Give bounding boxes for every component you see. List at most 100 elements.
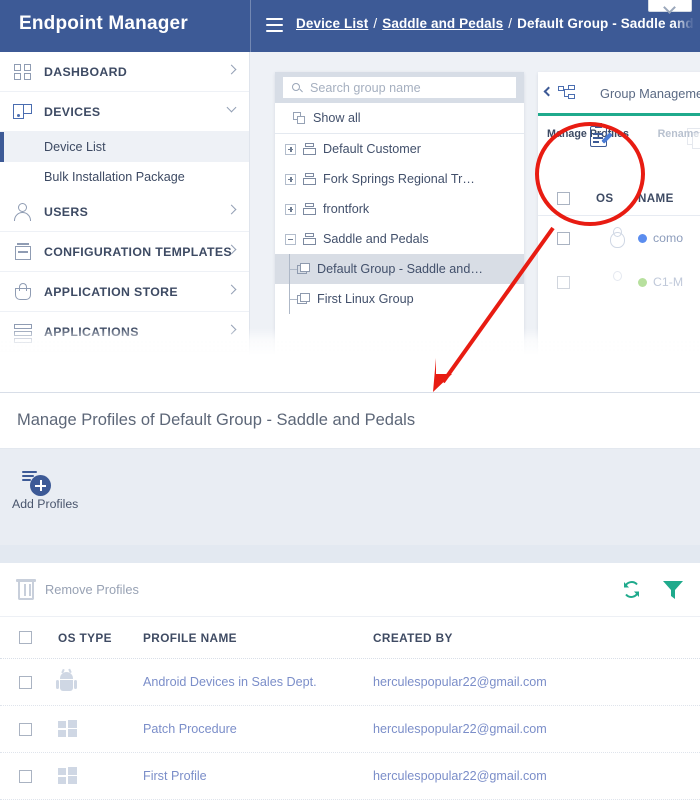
sidebar: DASHBOARD DEVICES Device List Bulk Insta… — [0, 52, 250, 372]
screenshot-root: Endpoint Manager Device List / Saddle and … — [0, 0, 700, 807]
tree-node[interactable]: Fork Springs Regional Tr… — [275, 164, 524, 194]
grid-icon — [12, 62, 38, 82]
row-checkbox-cell — [0, 722, 58, 736]
created-by[interactable]: herculespopular22@gmail.com — [373, 675, 700, 689]
chevron-right-icon — [226, 284, 237, 295]
table-row[interactable]: First Profile herculespopular22@gmail.co… — [0, 753, 700, 800]
filter-icon[interactable] — [662, 579, 684, 600]
tree-node-label: Default Group - Saddle and… — [317, 262, 483, 276]
expand-toggle-icon[interactable] — [285, 203, 296, 215]
copy-icon — [293, 112, 306, 125]
group-management-tab[interactable]: Group Management — [538, 72, 700, 116]
sidebar-item-label: APPLICATION STORE — [44, 284, 178, 299]
status-dot — [638, 277, 647, 287]
folder-icon — [297, 293, 310, 305]
chevron-right-icon — [226, 324, 237, 335]
table-row[interactable]: Patch Procedure herculespopular22@gmail.… — [0, 706, 700, 753]
template-icon — [12, 242, 38, 262]
device-list-panel: Group Management Manage Profiles Rename … — [538, 72, 700, 372]
select-all-checkbox[interactable] — [19, 631, 32, 644]
table-row[interactable]: Android Devices in Sales Dept. herculesp… — [0, 659, 700, 706]
sidebar-item-bulk-installation-package[interactable]: Bulk Installation Package — [0, 162, 249, 192]
show-all-row[interactable]: Show all — [275, 103, 524, 134]
sidebar-item-users[interactable]: USERS — [0, 192, 249, 232]
tree-node-label: First Linux Group — [317, 292, 414, 306]
chevron-left-icon[interactable] — [543, 86, 554, 97]
expand-toggle-icon[interactable] — [285, 173, 296, 185]
tree-node-label: Fork Springs Regional Tr… — [323, 172, 475, 186]
topbar-dropdown-stub[interactable] — [648, 0, 692, 12]
tree-elbow — [289, 299, 297, 300]
company-icon — [303, 172, 316, 186]
refresh-icon[interactable] — [621, 579, 642, 600]
collapse-toggle-icon[interactable] — [285, 233, 296, 245]
breadcrumb-item-current: Default Group - Saddle and Pedals — [517, 16, 700, 31]
column-created-by: CREATED BY — [373, 630, 453, 645]
remove-profiles-label: Remove Profiles — [45, 581, 139, 597]
app-brand: Endpoint Manager — [19, 13, 188, 34]
sidebar-item-devices[interactable]: DEVICES — [0, 92, 249, 132]
column-profile-name: PROFILE NAME — [143, 630, 237, 645]
tree-node[interactable]: Default Customer — [275, 134, 524, 164]
add-profiles-label: Add Profiles — [12, 497, 79, 511]
breadcrumb-separator-1: / — [373, 16, 378, 31]
profile-name[interactable]: First Profile — [143, 769, 373, 783]
topbar-divider — [250, 0, 251, 52]
chevron-right-icon — [226, 204, 237, 215]
add-profiles-button[interactable]: Add Profiles — [12, 469, 98, 511]
breadcrumb-item-saddle-and-pedals[interactable]: Saddle and Pedals — [382, 16, 503, 31]
row-checkbox[interactable] — [19, 675, 32, 689]
device-name: C1-M — [653, 275, 684, 289]
add-profiles-bar: Add Profiles — [0, 449, 700, 545]
sidebar-item-device-list[interactable]: Device List — [0, 132, 249, 162]
remove-profiles-button[interactable]: Remove Profiles — [16, 577, 139, 601]
sidebar-subitem-label: Device List — [44, 140, 106, 154]
sidebar-item-label: APPLICATIONS — [44, 324, 139, 339]
row-checkbox[interactable] — [557, 275, 570, 289]
app-topbar: Endpoint Manager Device List / Saddle and … — [0, 0, 700, 52]
company-icon — [303, 232, 316, 246]
tree-node[interactable]: First Linux Group — [275, 284, 524, 314]
created-by[interactable]: herculespopular22@gmail.com — [373, 769, 700, 783]
tree-node-label: frontfork — [323, 202, 370, 216]
chevron-right-icon — [226, 64, 237, 75]
status-dot — [638, 233, 647, 243]
device-row[interactable]: como — [538, 216, 700, 260]
windows-icon — [58, 720, 143, 738]
sidebar-item-label: DEVICES — [44, 104, 101, 119]
linux-icon — [596, 227, 638, 249]
search-field[interactable] — [283, 77, 516, 98]
row-checkbox[interactable] — [19, 769, 32, 783]
tree-node[interactable]: frontfork — [275, 194, 524, 224]
sidebar-item-configuration-templates[interactable]: CONFIGURATION TEMPLATES — [0, 232, 249, 272]
sidebar-item-dashboard[interactable]: DASHBOARD — [0, 52, 249, 92]
chevron-down-icon — [226, 102, 237, 113]
org-tree-icon — [558, 85, 576, 103]
manage-profiles-title-bar: Manage Profiles of Default Group - Saddl… — [0, 393, 700, 449]
profiles-table-toolbar: Remove Profiles — [0, 563, 700, 617]
annotation-circle — [535, 122, 645, 226]
profile-name[interactable]: Android Devices in Sales Dept. — [143, 675, 373, 689]
profiles-table: Remove Profiles OS TYPE PROFILE NAME CRE… — [0, 563, 700, 800]
breadcrumb-item-device-list[interactable]: Device List — [296, 16, 368, 31]
hamburger-icon[interactable] — [266, 18, 283, 32]
expand-toggle-icon[interactable] — [285, 143, 296, 155]
header-checkbox-cell — [0, 631, 58, 644]
sidebar-item-application-store[interactable]: APPLICATION STORE — [0, 272, 249, 312]
tree-node[interactable]: Saddle and Pedals — [275, 224, 524, 254]
show-all-label: Show all — [313, 111, 361, 125]
tree-node-selected[interactable]: Default Group - Saddle and… — [275, 254, 524, 284]
row-checkbox[interactable] — [557, 231, 570, 245]
search-input[interactable] — [310, 80, 515, 95]
tree-node-label: Default Customer — [323, 142, 421, 156]
sidebar-item-label: CONFIGURATION TEMPLATES — [44, 244, 232, 259]
folder-icon — [297, 263, 310, 275]
created-by[interactable]: herculespopular22@gmail.com — [373, 722, 700, 736]
trash-icon — [16, 577, 36, 601]
device-row[interactable]: C1-M — [538, 260, 700, 304]
profile-name[interactable]: Patch Procedure — [143, 722, 373, 736]
android-icon — [56, 668, 143, 692]
row-checkbox[interactable] — [19, 722, 32, 736]
group-tree-panel: Show all Default Customer Fork Springs R… — [275, 72, 524, 372]
sidebar-item-label: DASHBOARD — [44, 64, 128, 79]
